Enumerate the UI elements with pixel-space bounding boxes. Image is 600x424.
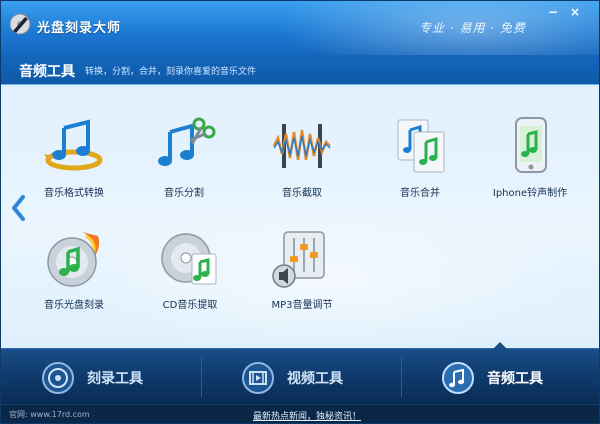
tool-music-trim[interactable]: 音乐截取: [247, 114, 357, 199]
music-disc-burn-icon: [47, 232, 100, 287]
tool-cd-extract[interactable]: CD音乐提取: [135, 226, 245, 311]
tool-label: 音乐光盘刻录: [44, 300, 104, 311]
tool-label: 音乐分割: [164, 188, 204, 199]
app-window: 光盘刻录大师 专业 · 易用 · 免费 − × 音频工具 转换，分割，合并，刻录…: [0, 0, 600, 424]
app-title: 光盘刻录大师: [37, 21, 122, 36]
film-icon: [242, 362, 274, 394]
nav-tab-audio-tools[interactable]: 音频工具: [401, 342, 599, 405]
music-merge-icon: [397, 119, 445, 173]
cd-extract-icon: [161, 233, 217, 285]
tool-iphone-ringtone[interactable]: Iphone铃声制作: [475, 114, 585, 199]
iphone-ringtone-icon: [515, 117, 547, 173]
minimize-button[interactable]: −: [545, 5, 561, 19]
tool-label: MP3音量调节: [271, 300, 333, 311]
tool-music-disc-burn[interactable]: 音乐光盘刻录: [19, 226, 129, 311]
music-split-icon: [158, 117, 216, 166]
tool-music-merge[interactable]: 音乐合并: [365, 114, 475, 199]
bottom-nav: 刻录工具 视频工具 音频工具: [1, 342, 599, 405]
app-slogan: 专业 · 易用 · 免费: [419, 21, 526, 35]
music-note-icon: [442, 362, 474, 394]
nav-label: 刻录工具: [87, 371, 143, 387]
section-description: 转换，分割，合并，刻录你喜爱的音乐文件: [85, 67, 257, 77]
tool-music-format-convert[interactable]: 音乐格式转换: [19, 114, 129, 199]
nav-label: 视频工具: [287, 371, 343, 387]
nav-tab-video-tools[interactable]: 视频工具: [201, 349, 401, 405]
tool-label: Iphone铃声制作: [492, 188, 568, 199]
title-bar[interactable]: 光盘刻录大师 专业 · 易用 · 免费 − ×: [1, 1, 599, 81]
burn-disc-icon: [42, 362, 74, 394]
section-title: 音频工具: [19, 64, 75, 80]
tool-label: 音乐格式转换: [44, 188, 104, 199]
music-trim-icon: [272, 124, 331, 168]
tool-label: CD音乐提取: [162, 300, 218, 311]
section-header: 音频工具 转换，分割，合并，刻录你喜爱的音乐文件: [1, 55, 599, 85]
tool-label: 音乐合并: [400, 188, 440, 199]
mp3-volume-icon: [272, 231, 325, 288]
tool-label: 音乐截取: [282, 188, 322, 199]
music-convert-icon: [44, 119, 103, 171]
app-logo-icon: [9, 13, 31, 35]
nav-tab-burn-tools[interactable]: 刻录工具: [1, 349, 201, 405]
tools-panel: 音乐格式转换 音乐分割 音乐截取 音乐合并 Iphone铃声制作 音乐光盘刻录 …: [1, 86, 599, 356]
news-link[interactable]: 最新热点新闻，独秘资讯！: [253, 409, 361, 422]
tool-music-split[interactable]: 音乐分割: [129, 114, 239, 199]
status-bar: 官网: www.17rd.com 最新热点新闻，独秘资讯！: [1, 404, 599, 423]
tool-mp3-volume[interactable]: MP3音量调节: [247, 226, 357, 311]
website-text: 官网: www.17rd.com: [9, 410, 90, 419]
close-button[interactable]: ×: [567, 5, 583, 19]
nav-label: 音频工具: [487, 371, 543, 387]
